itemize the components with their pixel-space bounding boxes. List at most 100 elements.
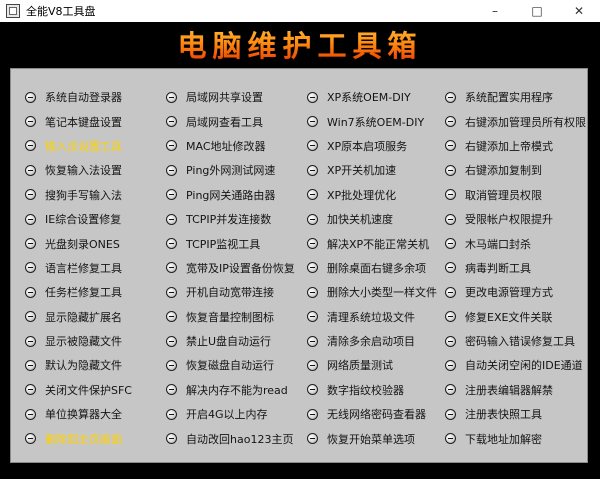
tool-item-label: XP原本启项服务 (327, 139, 408, 153)
tool-item[interactable]: 取消管理员权限 (445, 183, 585, 207)
tool-item[interactable]: 输入法设置工具 (25, 134, 166, 158)
tool-item[interactable]: XP开关机加速 (307, 158, 445, 182)
tool-item[interactable]: 恢复开始菜单选项 (307, 426, 445, 450)
circle-minus-icon (25, 433, 36, 445)
tool-item[interactable]: 自动改回hao123主页 (166, 426, 307, 450)
circle-minus-icon (166, 164, 177, 176)
circle-minus-icon (307, 433, 318, 445)
tool-item[interactable]: 无线网络密码查看器 (307, 402, 445, 426)
tool-item[interactable]: 受限帐户权限提升 (445, 207, 585, 231)
tool-item[interactable]: 恢复音量控制图标 (166, 305, 307, 329)
tool-item[interactable]: 清除多余启动项目 (307, 329, 445, 353)
tool-item[interactable]: 系统配置实用程序 (445, 85, 585, 109)
tool-item[interactable]: 恢复输入法设置 (25, 158, 166, 182)
tool-item[interactable]: 局域网共享设置 (166, 85, 307, 109)
circle-minus-icon (25, 262, 36, 274)
tool-item-label: 删除桌面右键多余项 (327, 261, 426, 275)
tool-item[interactable]: 网络质量测试 (307, 353, 445, 377)
tool-item[interactable]: MAC地址修改器 (166, 134, 307, 158)
tool-item[interactable]: 修复EXE文件关联 (445, 305, 585, 329)
tool-item[interactable]: 显示隐藏扩展名 (25, 305, 166, 329)
circle-minus-icon (25, 189, 36, 201)
tool-item[interactable]: 禁止U盘自动运行 (166, 329, 307, 353)
tool-item[interactable]: 注册表快照工具 (445, 402, 585, 426)
tool-item[interactable]: 删除回主页画面 (25, 426, 166, 450)
tool-item-label: 语言栏修复工具 (45, 261, 122, 275)
tool-item[interactable]: 系统自动登录器 (25, 85, 166, 109)
window-title: 全能V8工具盘 (26, 5, 96, 18)
tool-item[interactable]: 默认为隐藏文件 (25, 353, 166, 377)
tool-item[interactable]: 注册表编辑器解禁 (445, 378, 585, 402)
tool-item[interactable]: 右键添加管理员所有权限 (445, 109, 586, 133)
banner-title: 电脑维护工具箱 (177, 23, 422, 65)
tool-item[interactable]: 病毒判断工具 (445, 256, 585, 280)
minimize-button[interactable]: – (474, 0, 516, 22)
maximize-icon: □ (531, 4, 543, 18)
circle-minus-icon (166, 311, 177, 323)
tool-item-label: XP开关机加速 (327, 164, 397, 178)
tool-item-label: 清理系统垃圾文件 (327, 310, 415, 324)
circle-minus-icon (445, 116, 456, 128)
tool-item[interactable]: 笔记本键盘设置 (25, 109, 166, 133)
tool-item[interactable]: 下载地址加解密 (445, 426, 585, 450)
close-button[interactable]: ✕ (558, 0, 600, 22)
tool-item-label: 光盘刻录ONES (45, 237, 120, 251)
tool-item[interactable]: 右键添加上帝模式 (445, 134, 585, 158)
circle-minus-icon (166, 262, 177, 274)
maximize-button[interactable]: □ (516, 0, 558, 22)
tool-item[interactable]: XP批处理优化 (307, 183, 445, 207)
title-bar[interactable]: 全能V8工具盘 – □ ✕ (0, 0, 600, 22)
circle-minus-icon (166, 408, 177, 420)
tool-item-label: 删除回主页画面 (45, 432, 122, 446)
circle-minus-icon (307, 335, 318, 347)
tool-item[interactable]: XP系统OEM-DIY (307, 85, 445, 109)
tool-item-label: 输入法设置工具 (45, 139, 122, 153)
tool-item-label: 笔记本键盘设置 (45, 115, 122, 129)
tool-item[interactable]: 单位换算器大全 (25, 402, 166, 426)
tool-item-label: 加快关机速度 (327, 213, 393, 227)
tool-item[interactable]: 解决内存不能为read (166, 378, 307, 402)
tool-item[interactable]: 恢复磁盘自动运行 (166, 353, 307, 377)
window-controls: – □ ✕ (474, 0, 600, 22)
tool-item[interactable]: 关闭文件保护SFC (25, 378, 166, 402)
tool-item[interactable]: 显示被隐藏文件 (25, 329, 166, 353)
tool-item[interactable]: Ping外网测试网速 (166, 158, 307, 182)
circle-minus-icon (445, 238, 456, 250)
circle-minus-icon (445, 408, 456, 420)
tool-item[interactable]: 删除桌面右键多余项 (307, 256, 445, 280)
tool-item[interactable]: 开启4G以上内存 (166, 402, 307, 426)
tool-item[interactable]: Win7系统OEM-DIY (307, 109, 445, 133)
tool-item-label: 取消管理员权限 (465, 188, 542, 202)
tool-item[interactable]: Ping网关通路由器 (166, 183, 307, 207)
circle-minus-icon (25, 116, 36, 128)
tool-item[interactable]: 更改电源管理方式 (445, 280, 585, 304)
tool-item[interactable]: 宽带及IP设置备份恢复 (166, 256, 307, 280)
tool-item[interactable]: 光盘刻录ONES (25, 231, 166, 255)
tool-item-label: IE综合设置修复 (45, 213, 122, 227)
tool-item-label: 恢复开始菜单选项 (327, 432, 415, 446)
circle-minus-icon (307, 189, 318, 201)
tool-item[interactable]: 搜狗手写输入法 (25, 183, 166, 207)
tool-item[interactable]: 密码输入错误修复工具 (445, 329, 585, 353)
tool-item[interactable]: 删除大小类型一样文件 (307, 280, 445, 304)
tool-item[interactable]: TCPIP监视工具 (166, 231, 307, 255)
tool-item[interactable]: 局域网查看工具 (166, 109, 307, 133)
tool-item[interactable]: 语言栏修复工具 (25, 256, 166, 280)
circle-minus-icon (25, 408, 36, 420)
circle-minus-icon (445, 311, 456, 323)
tool-item-label: 无线网络密码查看器 (327, 408, 426, 422)
tool-item[interactable]: 任务栏修复工具 (25, 280, 166, 304)
tool-item-label: 宽带及IP设置备份恢复 (186, 261, 295, 275)
tool-item[interactable]: 右键添加复制到 (445, 158, 585, 182)
tool-item[interactable]: IE综合设置修复 (25, 207, 166, 231)
tool-item[interactable]: 解决XP不能正常关机 (307, 231, 445, 255)
tool-item[interactable]: 木马端口封杀 (445, 231, 585, 255)
tool-item[interactable]: 加快关机速度 (307, 207, 445, 231)
tool-item[interactable]: XP原本启项服务 (307, 134, 445, 158)
tool-item[interactable]: 自动关闭空闲的IDE通道 (445, 353, 585, 377)
tool-item[interactable]: 数字指纹校验器 (307, 378, 445, 402)
tool-item[interactable]: 开机自动宽带连接 (166, 280, 307, 304)
tool-item[interactable]: 清理系统垃圾文件 (307, 305, 445, 329)
tool-item-label: 右键添加上帝模式 (465, 139, 553, 153)
tool-item[interactable]: TCPIP并发连接数 (166, 207, 307, 231)
